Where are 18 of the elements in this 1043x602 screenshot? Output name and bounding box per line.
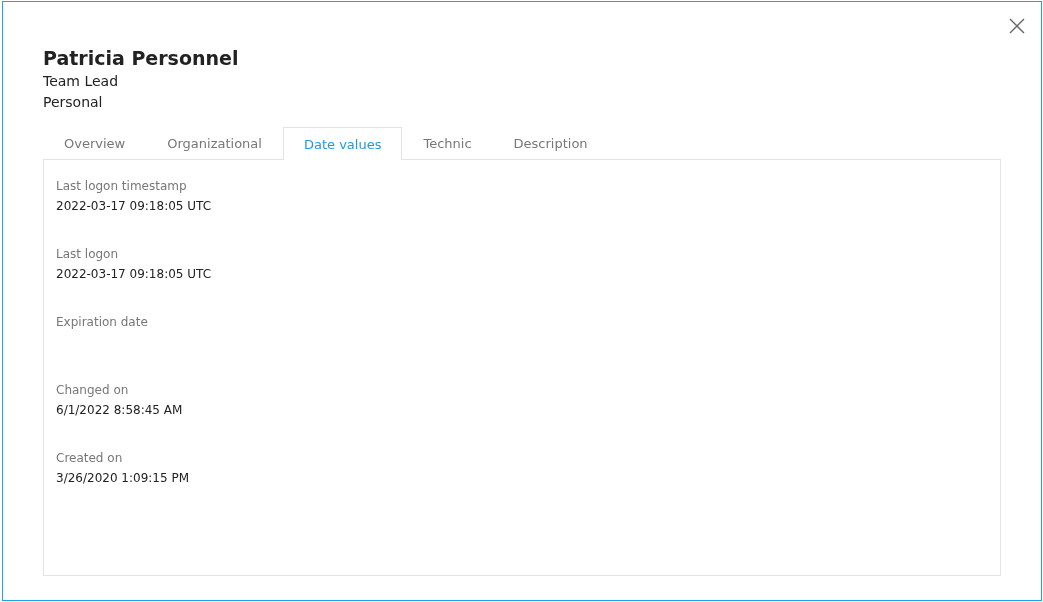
person-type: Personal (43, 93, 104, 112)
tab[interactable]: Overview (43, 126, 147, 159)
tab[interactable]: Organizational (146, 126, 283, 159)
field-label: Changed on (56, 382, 129, 399)
field-value: 2022-03-17 09:18:05 UTC (56, 266, 212, 283)
field-label: Last logon timestamp (56, 178, 187, 195)
tab[interactable]: Technic (402, 126, 493, 159)
field-value: 6/1/2022 8:58:45 AM (56, 402, 183, 419)
field-value: 3/26/2020 1:09:15 PM (56, 470, 189, 487)
field-value: 2022-03-17 09:18:05 UTC (56, 198, 212, 215)
field-label: Last logon (56, 246, 119, 263)
field-label: Expiration date (56, 314, 148, 331)
tab[interactable]: Date values (282, 127, 403, 160)
field-label: Created on (56, 450, 123, 467)
job-title: Team Lead (43, 72, 120, 91)
tab[interactable]: Description (492, 126, 609, 159)
person-name: Patricia Personnel (43, 46, 240, 71)
close-icon[interactable] (1009, 18, 1025, 34)
